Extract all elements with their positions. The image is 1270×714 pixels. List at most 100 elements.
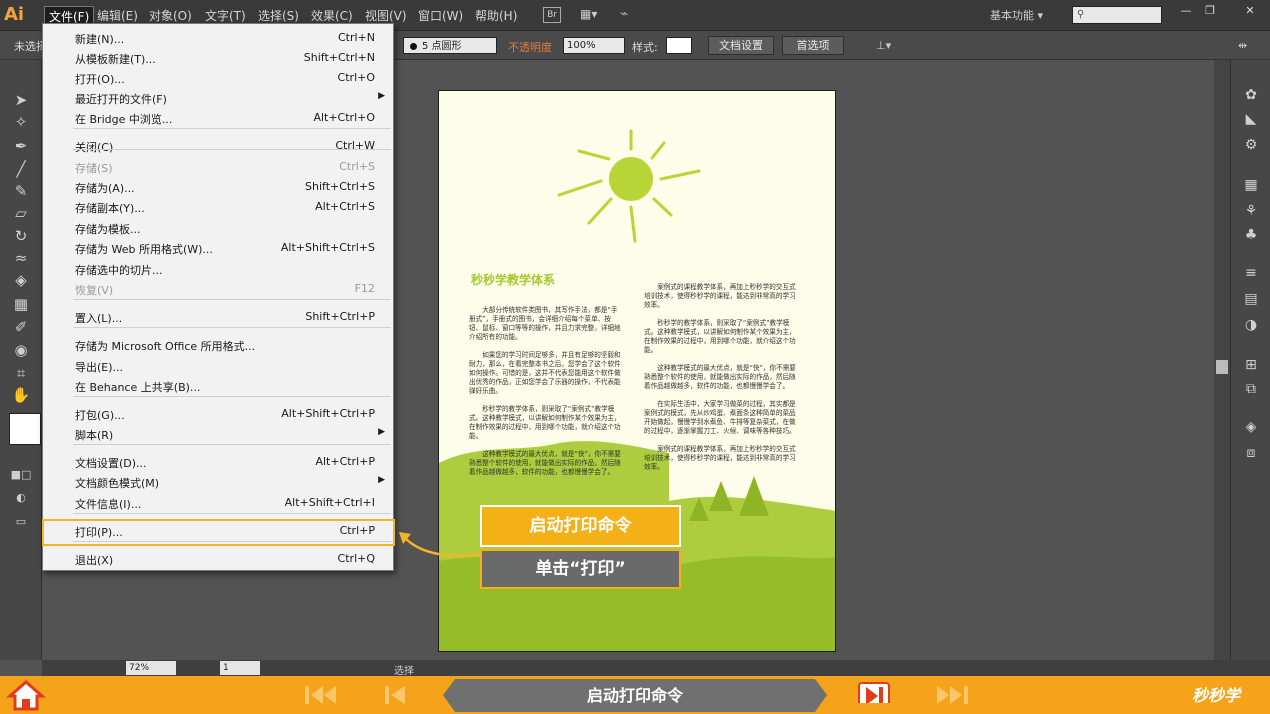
menu-item-label: 存储为 Web 所用格式(W)... (75, 243, 213, 256)
appearance-icon[interactable]: ⚙ (1241, 136, 1261, 154)
artboard-tool-icon[interactable]: ⌗ (9, 363, 33, 383)
restore-button[interactable]: ❐ (1198, 3, 1222, 19)
menu-item-label: 退出(X) (75, 554, 114, 567)
step-callout-text: 启动打印命令 (529, 516, 632, 536)
symbols-icon[interactable]: ♣ (1241, 226, 1261, 244)
file-menu-item[interactable]: 脚本(R) ▶ (43, 424, 393, 444)
menu-separator (73, 128, 391, 129)
flyer-paragraph: 案例式的课程教学体系，再加上秒秒学的交互式培训技术，使得秒秒学的课程，能达到非常… (644, 445, 796, 471)
mesh-tool-icon[interactable]: ▦ (9, 294, 33, 314)
file-menu-item[interactable]: 存储副本(Y)... Alt+Ctrl+S (43, 197, 393, 217)
menu-item-shortcut: Ctrl+S (339, 160, 375, 173)
brushes-icon[interactable]: ⚘ (1241, 202, 1261, 220)
selection-tool-icon[interactable]: ➤ (9, 90, 33, 110)
brush-definition-label: 5 点圆形 (422, 41, 462, 52)
illustrator-window: Ai 文件(F) 编辑(E) 对象(O) 文字(T) 选择(S) 效果(C) 视… (0, 0, 1270, 714)
file-menu-item[interactable]: 存储(S) Ctrl+S (43, 157, 393, 177)
opacity-label[interactable]: 不透明度 (508, 39, 552, 55)
menu-item-label: 在 Behance 上共享(B)... (75, 381, 201, 394)
artboards-icon[interactable]: ⧈ (1241, 444, 1261, 462)
close-button[interactable]: ✕ (1236, 3, 1264, 19)
brush-definition-select[interactable]: 5 点圆形 (403, 37, 497, 54)
menu-item-shortcut: Ctrl+N (337, 31, 375, 44)
vertical-scrollbar[interactable] (1214, 60, 1230, 660)
file-menu-item[interactable]: 在 Bridge 中浏览... Alt+Ctrl+O (43, 108, 393, 128)
menu-item-label: 打开(O)... (75, 73, 125, 86)
first-step-icon[interactable] (303, 684, 339, 706)
symbol-sprayer-tool-icon[interactable]: ◉ (9, 340, 33, 360)
file-menu-item[interactable]: 打开(O)... Ctrl+O (43, 68, 393, 88)
sync-settings-icon[interactable]: ⌁ (620, 6, 640, 24)
previous-step-icon[interactable] (383, 684, 409, 706)
magic-wand-tool-icon[interactable]: ✧ (9, 112, 33, 132)
file-menu-item[interactable]: 文档颜色模式(M) ▶ (43, 472, 393, 492)
pen-tool-icon[interactable]: ✒ (9, 136, 33, 156)
align-options-icon[interactable]: ⊥▾ (876, 39, 891, 52)
color-guide-icon[interactable]: ◣ (1241, 110, 1261, 128)
paintbrush-tool-icon[interactable]: ✎ (9, 181, 33, 201)
app-logo: Ai (4, 4, 25, 25)
file-menu-item[interactable]: 文件信息(I)... Alt+Shift+Ctrl+I (43, 493, 393, 513)
menu-separator (73, 299, 391, 300)
bridge-button[interactable]: Br (543, 7, 561, 23)
arrange-documents-icon[interactable]: ▦▾ (580, 7, 606, 23)
file-menu-item[interactable]: 置入(L)... Shift+Ctrl+P (43, 307, 393, 327)
file-menu-item[interactable]: 导出(E)... (43, 356, 393, 376)
file-menu-item[interactable]: 在 Behance 上共享(B)... (43, 376, 393, 396)
file-menu-item[interactable]: 存储为模板... (43, 218, 393, 238)
transparency-icon[interactable]: ◑ (1241, 316, 1261, 334)
file-menu-item[interactable]: 打包(G)... Alt+Shift+Ctrl+P (43, 404, 393, 424)
transform-icon[interactable]: ⧉ (1241, 380, 1261, 398)
file-menu-item[interactable]: 存储选中的切片... (43, 259, 393, 279)
file-menu-item[interactable]: 从模板新建(T)... Shift+Ctrl+N (43, 48, 393, 68)
document-setup-button[interactable]: 文档设置 (708, 36, 774, 55)
file-menu-item[interactable]: 关闭(C) Ctrl+W (43, 136, 393, 156)
file-menu-item[interactable]: 最近打开的文件(F) ▶ (43, 88, 393, 108)
minimize-button[interactable]: — (1174, 3, 1198, 19)
file-menu-item[interactable]: 恢复(V) F12 (43, 279, 393, 299)
graphic-style-swatch[interactable] (666, 37, 692, 54)
search-input[interactable]: ⚲ (1072, 6, 1162, 24)
next-step-icon[interactable] (857, 681, 891, 703)
file-menu-item[interactable]: 存储为 Web 所用格式(W)... Alt+Shift+Ctrl+S (43, 238, 393, 258)
eraser-tool-icon[interactable]: ▱ (9, 203, 33, 223)
warp-tool-icon[interactable]: ≈ (9, 248, 33, 268)
gradient-icon[interactable]: ▤ (1241, 290, 1261, 308)
menu-separator (73, 513, 391, 514)
last-step-icon[interactable] (935, 684, 971, 706)
zoom-level-select[interactable]: 72% (126, 661, 176, 675)
menu-item-shortcut: Ctrl+W (335, 139, 375, 152)
menu-item-label: 文件信息(I)... (75, 498, 142, 511)
scrollbar-thumb[interactable] (1216, 360, 1228, 374)
step-callout: 启动打印命令 (480, 505, 681, 547)
menu-help[interactable]: 帮助(H) (471, 6, 521, 26)
rotate-tool-icon[interactable]: ↻ (9, 226, 33, 246)
preferences-button[interactable]: 首选项 (782, 36, 844, 55)
stroke-icon[interactable]: ≡ (1241, 264, 1261, 282)
screen-mode-icon[interactable]: ▭ (9, 512, 33, 532)
opacity-input[interactable]: 100% (563, 37, 625, 54)
file-menu-item[interactable]: 存储为 Microsoft Office 所用格式... (43, 335, 393, 355)
drawing-mode-icon[interactable]: ◐ (9, 488, 33, 508)
panel-menu-icon[interactable]: ⇹ (1238, 39, 1247, 52)
fill-color-swatch[interactable] (9, 413, 41, 445)
home-icon[interactable] (6, 678, 46, 712)
color-panel-icon[interactable]: ✿ (1241, 86, 1261, 104)
file-menu-item[interactable]: 文档设置(D)... Alt+Ctrl+P (43, 452, 393, 472)
artboard-number-select[interactable]: 1 (220, 661, 260, 675)
menu-item-shortcut: F12 (354, 282, 375, 295)
layers-icon[interactable]: ◈ (1241, 418, 1261, 436)
menu-window[interactable]: 窗口(W) (414, 6, 467, 26)
eyedropper-tool-icon[interactable]: ✐ (9, 317, 33, 337)
hand-tool-icon[interactable]: ✋ (9, 385, 33, 405)
line-tool-icon[interactable]: ╱ (9, 159, 33, 179)
color-mode-icon[interactable]: ■□ (9, 465, 33, 485)
menu-item-shortcut: Alt+Ctrl+S (315, 200, 375, 213)
shape-builder-tool-icon[interactable]: ◈ (9, 270, 33, 290)
align-icon[interactable]: ⊞ (1241, 356, 1261, 374)
file-menu-item[interactable]: 新建(N)... Ctrl+N (43, 28, 393, 48)
file-menu-item[interactable]: 存储为(A)... Shift+Ctrl+S (43, 177, 393, 197)
swatches-icon[interactable]: ▦ (1241, 176, 1261, 194)
file-menu-item[interactable]: 退出(X) Ctrl+Q (43, 549, 393, 569)
workspace-switcher[interactable]: 基本功能 ▾ (990, 7, 1043, 23)
